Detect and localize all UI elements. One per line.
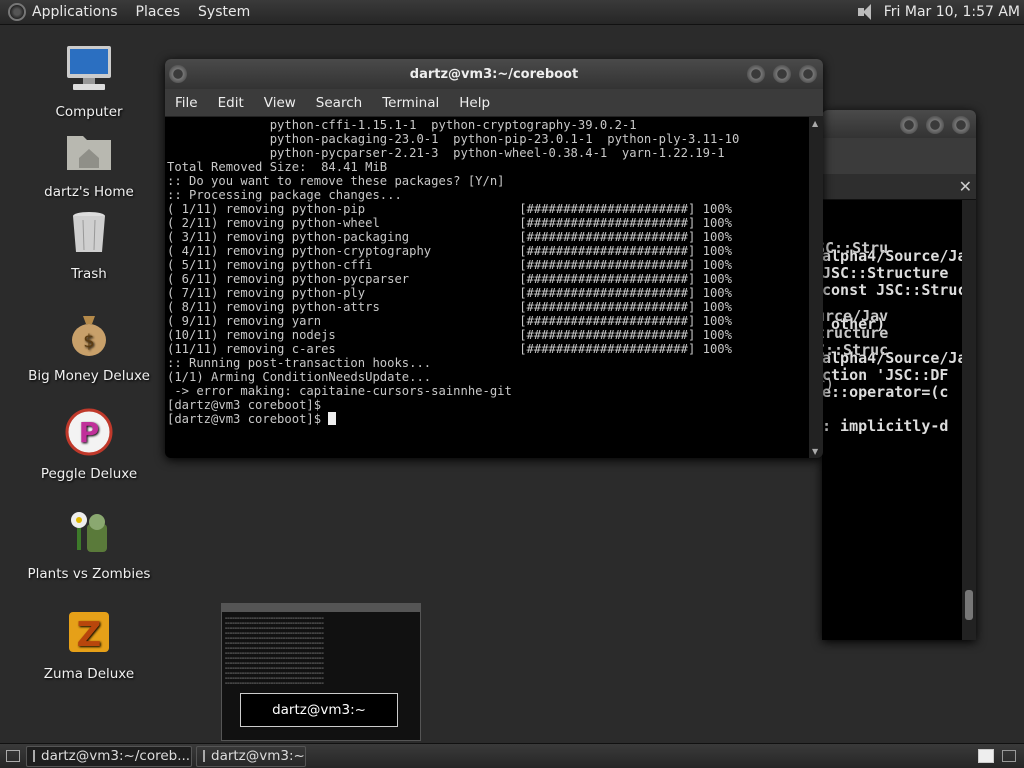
menu-applications[interactable]: Applications bbox=[32, 4, 118, 20]
terminal-line: [dartz@vm3 coreboot]$ bbox=[167, 398, 322, 412]
front-terminal-window[interactable]: dartz@vm3:~/coreboot File Edit View Sear… bbox=[165, 59, 823, 458]
front-window-titlebar[interactable]: dartz@vm3:~/coreboot bbox=[165, 59, 823, 89]
back-window-menubar bbox=[822, 138, 976, 174]
taskbar-item-coreboot[interactable]: dartz@vm3:~/coreb... bbox=[26, 745, 192, 767]
plants-icon bbox=[71, 512, 107, 552]
desktop-icon-peggle[interactable]: P Peggle Deluxe bbox=[19, 406, 159, 482]
back-scrollbar-thumb[interactable] bbox=[965, 590, 973, 620]
trash-applet-icon[interactable] bbox=[1002, 750, 1016, 762]
trash-icon bbox=[73, 212, 105, 252]
maximize-button[interactable] bbox=[926, 116, 944, 134]
desktop-icon-computer[interactable]: Computer bbox=[19, 44, 159, 120]
close-button[interactable] bbox=[799, 65, 817, 83]
terminal-line: :: Do you want to remove these packages?… bbox=[167, 174, 505, 188]
minimize-button[interactable] bbox=[747, 65, 765, 83]
desktop-icon-big-money[interactable]: $ Big Money Deluxe bbox=[19, 308, 159, 384]
terminal-line: (1/1) Arming ConditionNeedsUpdate... bbox=[167, 370, 432, 384]
terminal-line: :: Processing package changes... bbox=[167, 188, 402, 202]
terminal-line: ( 8/11) removing python-attrs [#########… bbox=[167, 300, 732, 314]
menu-places[interactable]: Places bbox=[136, 4, 181, 20]
svg-text:P: P bbox=[79, 416, 100, 449]
volume-icon[interactable] bbox=[857, 4, 876, 20]
terminal-line: :: Running post-transaction hooks... bbox=[167, 356, 432, 370]
svg-text:Z: Z bbox=[77, 615, 102, 655]
terminal-line: -> error making: capitaine-cursors-sainn… bbox=[167, 384, 512, 398]
desktop-icon-label: Zuma Deluxe bbox=[43, 666, 135, 682]
menu-system[interactable]: System bbox=[198, 4, 250, 20]
thumbnail-content: ========================================… bbox=[225, 615, 324, 685]
terminal-line: (11/11) removing c-ares [###############… bbox=[167, 342, 732, 356]
close-button[interactable] bbox=[952, 116, 970, 134]
front-scrollbar[interactable]: ▲ ▼ bbox=[809, 117, 823, 458]
top-panel: Applications Places System Fri Mar 10, 1… bbox=[0, 0, 1024, 25]
show-desktop-icon[interactable] bbox=[6, 750, 20, 762]
menu-view[interactable]: View bbox=[264, 95, 296, 111]
taskbar-item-label: dartz@vm3:~/coreb... bbox=[41, 748, 191, 764]
menu-terminal[interactable]: Terminal bbox=[382, 95, 439, 111]
taskbar-item-label: dartz@vm3:~ bbox=[211, 748, 305, 764]
desktop-icon-trash[interactable]: Trash bbox=[19, 206, 159, 282]
taskbar-item-home[interactable]: dartz@vm3:~ bbox=[196, 745, 306, 767]
desktop-icon-label: Trash bbox=[71, 266, 107, 282]
thumbnail-label: dartz@vm3:~ bbox=[240, 693, 398, 727]
desktop-icon-label: Big Money Deluxe bbox=[28, 368, 150, 384]
front-terminal-output[interactable]: python-cffi-1.15.1-1 python-cryptography… bbox=[165, 117, 823, 458]
tab-close-icon[interactable]: ✕ bbox=[959, 177, 972, 196]
terminal-line: python-cffi-1.15.1-1 python-cryptography… bbox=[167, 118, 637, 132]
back-window-tabbar: ✕ bbox=[822, 174, 976, 200]
menu-edit[interactable]: Edit bbox=[218, 95, 244, 111]
workspace-switcher-icon[interactable] bbox=[978, 749, 994, 763]
zuma-icon: Z bbox=[69, 612, 109, 655]
clock[interactable]: Fri Mar 10, 1:57 AM bbox=[884, 4, 1020, 20]
terminal-line: Total Removed Size: 84.41 MiB bbox=[167, 160, 388, 174]
terminal-line: [dartz@vm3 coreboot]$ bbox=[167, 412, 823, 426]
menu-file[interactable]: File bbox=[175, 95, 198, 111]
distro-logo-icon[interactable] bbox=[8, 3, 26, 21]
svg-text:$: $ bbox=[83, 331, 94, 352]
terminal-line: ( 6/11) removing python-pycparser [#####… bbox=[167, 272, 732, 286]
terminal-cursor bbox=[328, 412, 337, 425]
terminal-line: ( 1/11) removing python-pip [###########… bbox=[167, 202, 732, 216]
desktop-icon-label: dartz's Home bbox=[44, 184, 134, 200]
window-title: dartz@vm3:~/coreboot bbox=[409, 66, 579, 82]
terminal-line: ( 3/11) removing python-packaging [#####… bbox=[167, 230, 732, 244]
terminal-line: python-pycparser-2.21-3 python-wheel-0.3… bbox=[167, 146, 725, 160]
desktop-icon-zuma[interactable]: Z Zuma Deluxe bbox=[19, 606, 159, 682]
back-window-titlebar[interactable] bbox=[822, 110, 976, 138]
desktop-icon-label: Peggle Deluxe bbox=[40, 466, 138, 482]
terminal-icon bbox=[33, 750, 35, 762]
window-menu-button[interactable] bbox=[169, 65, 187, 83]
front-window-menubar: File Edit View Search Terminal Help bbox=[165, 89, 823, 117]
maximize-button[interactable] bbox=[773, 65, 791, 83]
minimize-button[interactable] bbox=[900, 116, 918, 134]
terminal-line: (10/11) removing nodejs [###############… bbox=[167, 328, 732, 342]
menu-help[interactable]: Help bbox=[459, 95, 490, 111]
money-bag-icon: $ bbox=[72, 316, 106, 356]
desktop-icon-home[interactable]: dartz's Home bbox=[19, 124, 159, 200]
peggle-icon: P bbox=[65, 408, 113, 456]
terminal-line: ( 4/11) removing python-cryptography [##… bbox=[167, 244, 732, 258]
bottom-panel: dartz@vm3:~/coreb... dartz@vm3:~ bbox=[0, 743, 1024, 768]
desktop-icon-plants-vs-zombies[interactable]: Plants vs Zombies bbox=[19, 506, 159, 582]
terminal-line: ( 7/11) removing python-ply [###########… bbox=[167, 286, 732, 300]
terminal-line: ( 2/11) removing python-wheel [#########… bbox=[167, 216, 732, 230]
menu-search[interactable]: Search bbox=[316, 95, 362, 111]
scroll-up-icon[interactable]: ▲ bbox=[812, 119, 818, 128]
desktop-icon-label: Computer bbox=[55, 104, 123, 120]
terminal-line: python-packaging-23.0-1 python-pip-23.0.… bbox=[167, 132, 740, 146]
home-folder-icon bbox=[67, 136, 111, 170]
scroll-down-icon[interactable]: ▼ bbox=[812, 447, 818, 456]
computer-icon bbox=[67, 46, 111, 90]
terminal-line: ( 5/11) removing python-cffi [##########… bbox=[167, 258, 732, 272]
back-scrollbar[interactable] bbox=[962, 200, 976, 640]
desktop-icon-label: Plants vs Zombies bbox=[27, 566, 151, 582]
terminal-icon bbox=[203, 750, 205, 762]
terminal-line: ( 9/11) removing yarn [#################… bbox=[167, 314, 732, 328]
